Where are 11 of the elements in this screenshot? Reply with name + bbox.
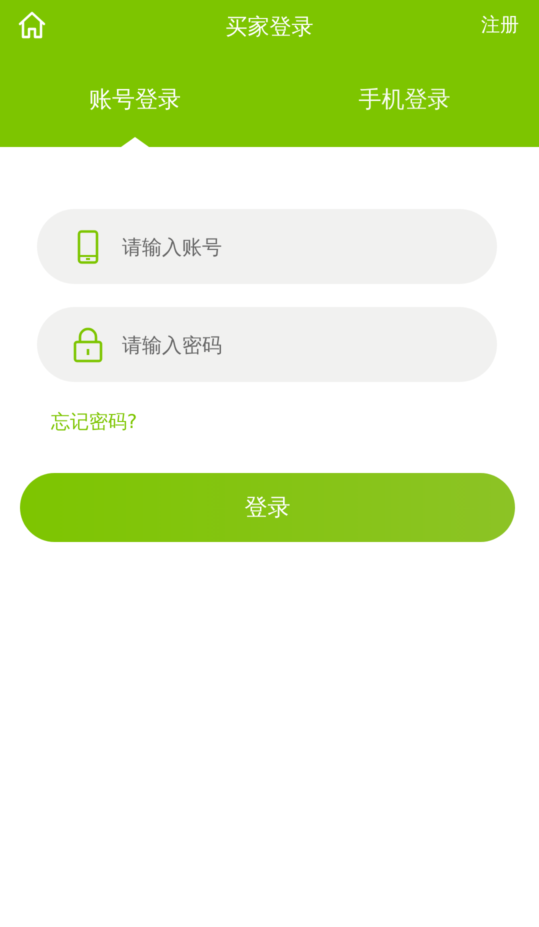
home-icon[interactable] [17, 10, 47, 40]
phone-icon [77, 230, 99, 264]
input-field[interactable]: 请输入账号 [37, 209, 497, 284]
lock-icon [73, 326, 103, 362]
input-field[interactable]: 请输入密码 [37, 307, 497, 382]
register-link[interactable]: 注册 [481, 12, 519, 38]
login-tab[interactable]: 手机登录 [270, 82, 539, 147]
login-tab[interactable]: 账号登录 [0, 82, 270, 147]
page-title: 买家登录 [226, 14, 314, 42]
forgot-password-link[interactable]: 忘记密码? [51, 409, 138, 435]
login-button[interactable]: 登录 [20, 473, 515, 542]
